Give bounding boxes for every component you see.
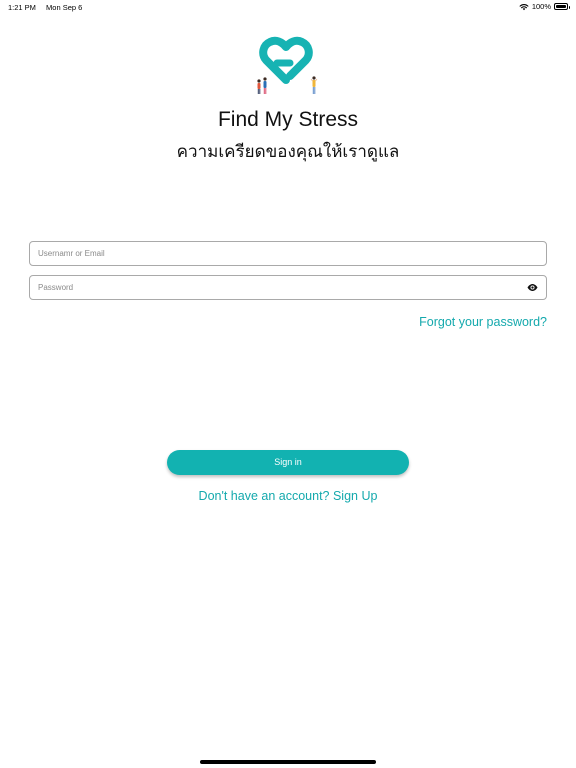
password-input[interactable] <box>38 276 518 299</box>
heart-logo-icon <box>257 36 318 94</box>
wifi-icon <box>519 3 529 10</box>
battery-level <box>556 5 566 8</box>
sign-in-button[interactable]: Sign in <box>167 450 409 475</box>
battery-percent: 100% <box>531 2 551 11</box>
status-time: 1:21 PM <box>8 3 36 12</box>
username-field[interactable] <box>29 241 547 266</box>
username-input[interactable] <box>38 242 518 265</box>
eye-icon[interactable] <box>527 283 538 292</box>
forgot-password-link[interactable]: Forgot your password? <box>419 315 547 329</box>
status-right: 100% <box>519 2 570 11</box>
password-field[interactable] <box>29 275 547 300</box>
sign-up-link[interactable]: Don't have an account? Sign Up <box>0 489 576 503</box>
status-date: Mon Sep 6 <box>46 3 83 12</box>
status-left: 1:21 PM Mon Sep 6 <box>8 3 82 12</box>
battery-icon <box>554 3 570 10</box>
status-bar: 1:21 PM Mon Sep 6 100% <box>0 0 576 14</box>
home-indicator[interactable] <box>200 760 376 764</box>
app-title: Find My Stress <box>217 108 359 131</box>
app-subtitle: ความเครียดของคุณให้เราดูแล <box>176 142 400 161</box>
